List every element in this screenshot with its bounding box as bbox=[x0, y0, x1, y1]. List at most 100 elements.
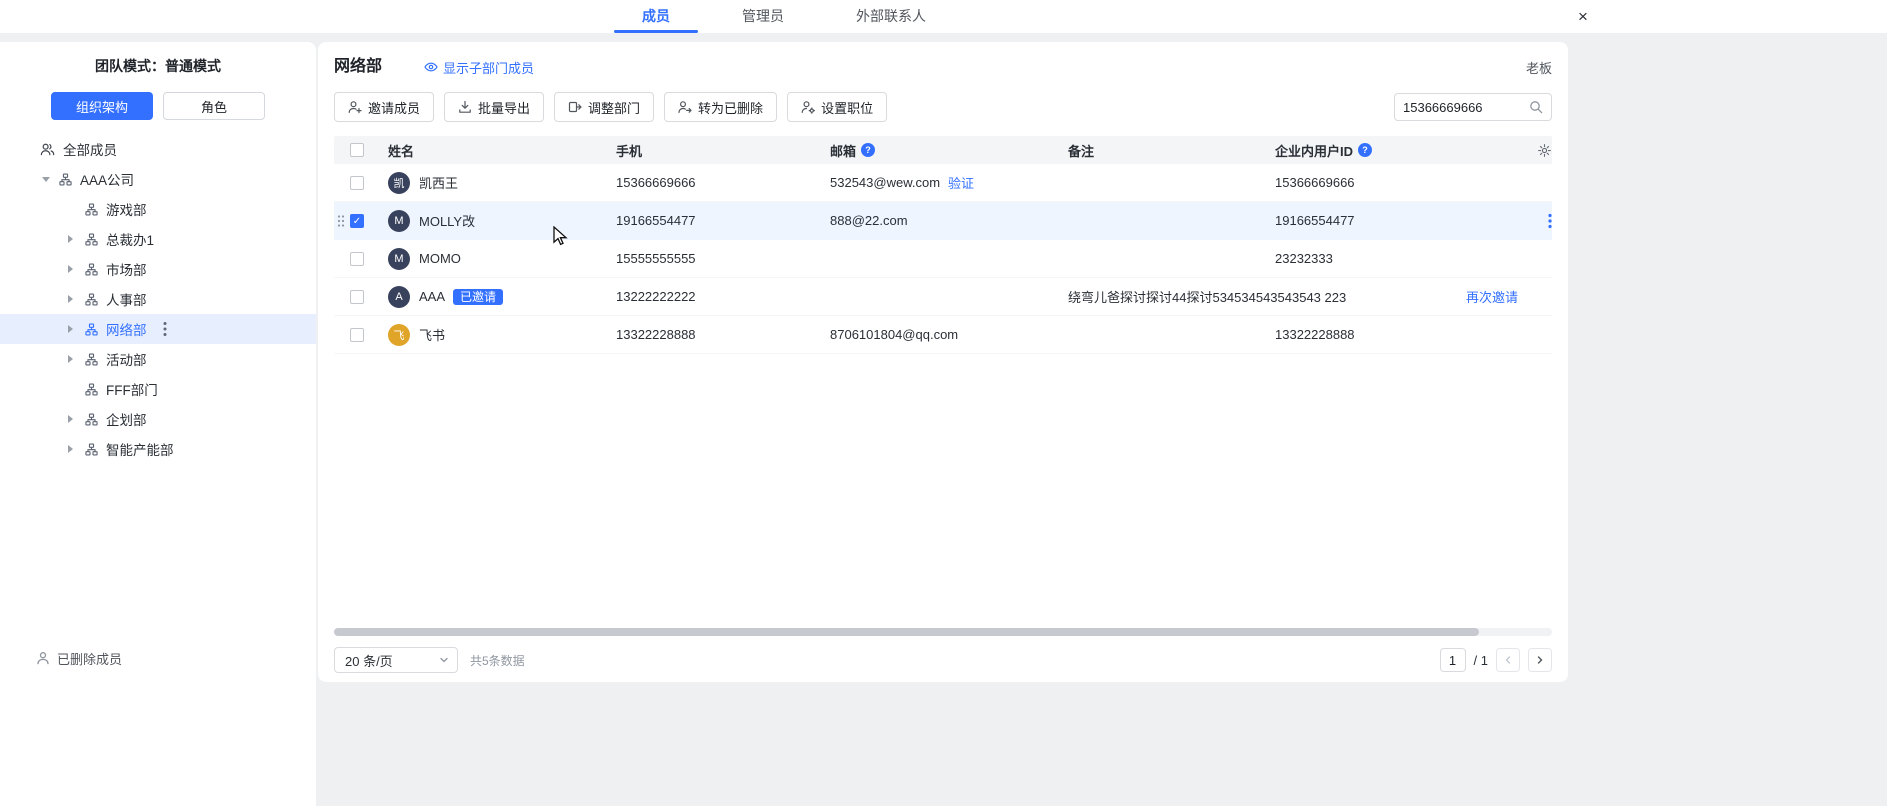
member-email: 532543@wew.com bbox=[830, 175, 940, 190]
tree-item-label: 总裁办1 bbox=[106, 229, 154, 249]
role-button[interactable]: 角色 bbox=[163, 92, 265, 120]
org-structure-button[interactable]: 组织架构 bbox=[51, 92, 153, 120]
toolbar: 邀请成员 批量导出 调整部门 转为已删除 bbox=[318, 78, 1568, 122]
person-icon bbox=[36, 651, 50, 665]
company-icon bbox=[59, 173, 72, 186]
row-checkbox[interactable] bbox=[350, 214, 364, 228]
member-name: MOMO bbox=[419, 251, 461, 266]
search-box bbox=[1394, 93, 1552, 121]
select-all-checkbox[interactable] bbox=[350, 143, 364, 157]
sidebar-item-deleted-members[interactable]: 已删除成员 bbox=[0, 644, 316, 672]
table-row[interactable]: A AAA 已邀请 13222222222 绕弯儿爸探讨探讨44探讨534534… bbox=[334, 278, 1552, 316]
invited-badge: 已邀请 bbox=[453, 289, 503, 305]
tree-item[interactable]: 企划部 bbox=[0, 404, 316, 434]
move-to-deleted-button[interactable]: 转为已删除 bbox=[664, 92, 777, 122]
tree-item[interactable]: 智能产能部 bbox=[0, 434, 316, 464]
tab-members[interactable]: 成员 bbox=[636, 0, 676, 33]
tree-item[interactable]: 游戏部 bbox=[0, 194, 316, 224]
row-checkbox[interactable] bbox=[350, 328, 364, 342]
column-email: 邮箱 bbox=[830, 141, 856, 160]
adjust-department-label: 调整部门 bbox=[588, 98, 640, 117]
department-icon bbox=[85, 323, 98, 336]
row-more-icon[interactable] bbox=[1548, 213, 1552, 232]
column-user-id: 企业内用户ID bbox=[1275, 141, 1353, 160]
tree-item-label: FFF部门 bbox=[106, 379, 158, 399]
verify-link[interactable]: 验证 bbox=[948, 173, 974, 192]
sidebar-item-all-members[interactable]: 全部成员 bbox=[0, 134, 316, 164]
tree-item[interactable]: 人事部 bbox=[0, 284, 316, 314]
caret-right-icon[interactable] bbox=[68, 261, 85, 277]
search-icon[interactable] bbox=[1529, 100, 1543, 114]
department-icon bbox=[85, 413, 98, 426]
tab-admins[interactable]: 管理员 bbox=[736, 0, 790, 33]
invite-member-label: 邀请成员 bbox=[368, 98, 420, 117]
table-row[interactable]: 飞 飞书 13322228888 8706101804@qq.com 13322… bbox=[334, 316, 1552, 354]
caret-right-icon[interactable] bbox=[68, 231, 85, 247]
help-icon[interactable]: ? bbox=[1358, 143, 1372, 157]
sidebar: 团队模式：普通模式 组织架构 角色 全部成员 bbox=[0, 42, 316, 806]
caret-placeholder bbox=[68, 381, 85, 397]
member-email: 8706101804@qq.com bbox=[830, 327, 958, 342]
table-row[interactable]: M MOMO 15555555555 23232333 bbox=[334, 240, 1552, 278]
prev-page-button[interactable] bbox=[1496, 648, 1520, 672]
avatar: M bbox=[388, 248, 410, 270]
column-settings-icon[interactable] bbox=[1537, 143, 1552, 158]
caret-right-icon[interactable] bbox=[68, 321, 85, 337]
member-email: 888@22.com bbox=[830, 213, 908, 228]
member-remark: 绕弯儿爸探讨探讨44探讨534534543543543 223 bbox=[1068, 287, 1275, 306]
row-checkbox[interactable] bbox=[350, 290, 364, 304]
row-checkbox[interactable] bbox=[350, 176, 364, 190]
tree-item-label: 企划部 bbox=[106, 409, 147, 429]
reinvite-link[interactable]: 再次邀请 bbox=[1466, 287, 1518, 306]
tree-item[interactable]: 市场部 bbox=[0, 254, 316, 284]
drag-handle-icon[interactable] bbox=[337, 214, 345, 231]
caret-down-icon[interactable] bbox=[42, 171, 59, 187]
department-icon bbox=[85, 383, 98, 396]
caret-placeholder bbox=[68, 201, 85, 217]
page-size-select[interactable]: 20 条/页 bbox=[334, 647, 458, 673]
table-header-row: 姓名 手机 邮箱 ? 备注 企业内用户ID ? bbox=[334, 136, 1552, 164]
member-id: 15366669666 bbox=[1275, 175, 1552, 190]
row-checkbox[interactable] bbox=[350, 252, 364, 266]
scrollbar-thumb[interactable] bbox=[334, 628, 1479, 636]
tree-item[interactable]: FFF部门 bbox=[0, 374, 316, 404]
adjust-department-button[interactable]: 调整部门 bbox=[554, 92, 654, 122]
transfer-icon bbox=[568, 100, 582, 114]
tab-external-contacts[interactable]: 外部联系人 bbox=[850, 0, 932, 33]
help-icon[interactable]: ? bbox=[861, 143, 875, 157]
search-input[interactable] bbox=[1403, 100, 1523, 115]
department-icon bbox=[85, 263, 98, 276]
caret-right-icon[interactable] bbox=[68, 351, 85, 367]
chevron-down-icon bbox=[439, 655, 449, 665]
member-phone: 15555555555 bbox=[616, 251, 830, 266]
people-icon bbox=[40, 142, 55, 157]
tree-item-company[interactable]: AAA公司 bbox=[0, 164, 316, 194]
org-tree: 全部成员 AAA公司 bbox=[0, 134, 316, 464]
column-phone: 手机 bbox=[616, 141, 830, 160]
avatar: M bbox=[388, 210, 410, 232]
deleted-members-label: 已删除成员 bbox=[57, 649, 122, 668]
more-icon[interactable] bbox=[163, 321, 167, 337]
table-row[interactable]: 凯 凯西王 15366669666 532543@wew.com 验证 1536… bbox=[334, 164, 1552, 202]
caret-right-icon[interactable] bbox=[68, 441, 85, 457]
caret-right-icon[interactable] bbox=[68, 411, 85, 427]
tree-item-label: 游戏部 bbox=[106, 199, 147, 219]
tree-item[interactable]: 总裁办1 bbox=[0, 224, 316, 254]
next-page-button[interactable] bbox=[1528, 648, 1552, 672]
tree-item[interactable]: 活动部 bbox=[0, 344, 316, 374]
member-id: 19166554477 bbox=[1275, 213, 1552, 228]
caret-right-icon[interactable] bbox=[68, 291, 85, 307]
page-number-box[interactable]: 1 bbox=[1440, 648, 1466, 672]
tab-group: 成员 管理员 外部联系人 bbox=[0, 0, 1568, 33]
invite-member-button[interactable]: 邀请成员 bbox=[334, 92, 434, 122]
tree-item-label: 活动部 bbox=[106, 349, 147, 369]
table-row[interactable]: M MOLLY改 19166554477 888@22.com 19166554… bbox=[334, 202, 1552, 240]
horizontal-scrollbar[interactable] bbox=[334, 628, 1552, 636]
set-position-button[interactable]: 设置职位 bbox=[787, 92, 887, 122]
batch-export-button[interactable]: 批量导出 bbox=[444, 92, 544, 122]
member-name: 飞书 bbox=[419, 325, 445, 344]
close-icon[interactable]: × bbox=[1568, 0, 1598, 33]
tree-item-selected[interactable]: 网络部 bbox=[0, 314, 316, 344]
show-sub-department-link[interactable]: 显示子部门成员 bbox=[424, 58, 534, 77]
person-gear-icon bbox=[801, 100, 815, 114]
